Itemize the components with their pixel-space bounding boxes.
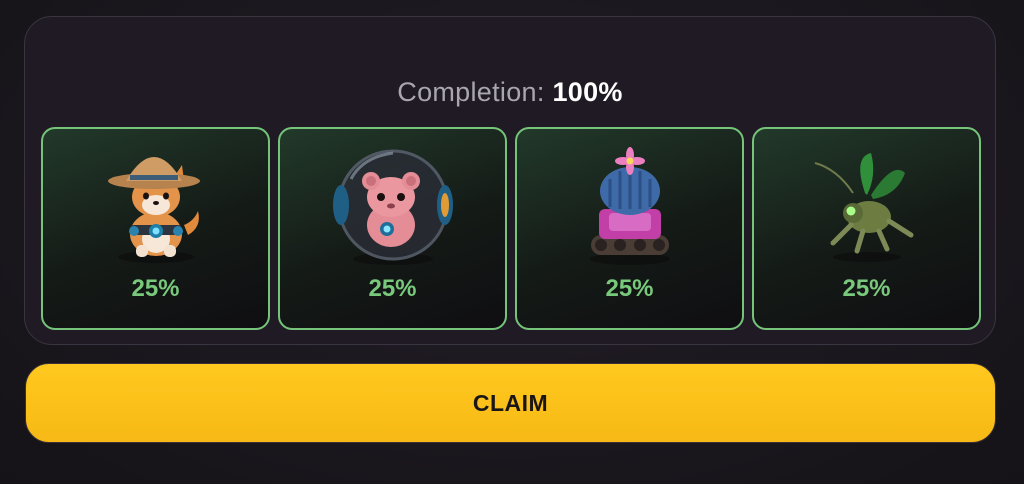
cactus-tank-icon <box>589 147 670 265</box>
completion-text: Completion: 100% <box>25 77 995 108</box>
card-percent: 25% <box>368 275 417 302</box>
hamster-in-ball-icon <box>332 149 453 265</box>
reward-card-bug[interactable]: 25% <box>752 127 981 330</box>
reward-card-hamster[interactable]: 25% <box>278 127 507 330</box>
robot-bug-icon <box>814 153 913 262</box>
completion-panel: Completion: 100% 25% 25% 25% 25% <box>24 16 996 345</box>
completion-value: 100% <box>552 77 623 107</box>
completion-label: Completion: <box>397 77 545 107</box>
card-percent: 25% <box>605 275 654 302</box>
claim-button[interactable]: CLAIM <box>25 363 996 443</box>
card-percent: 25% <box>842 275 891 302</box>
reward-card-dog[interactable]: 25% <box>41 127 270 330</box>
reward-card-cactus[interactable]: 25% <box>515 127 744 330</box>
card-percent: 25% <box>131 275 180 302</box>
dog-with-hat-icon <box>107 157 200 263</box>
